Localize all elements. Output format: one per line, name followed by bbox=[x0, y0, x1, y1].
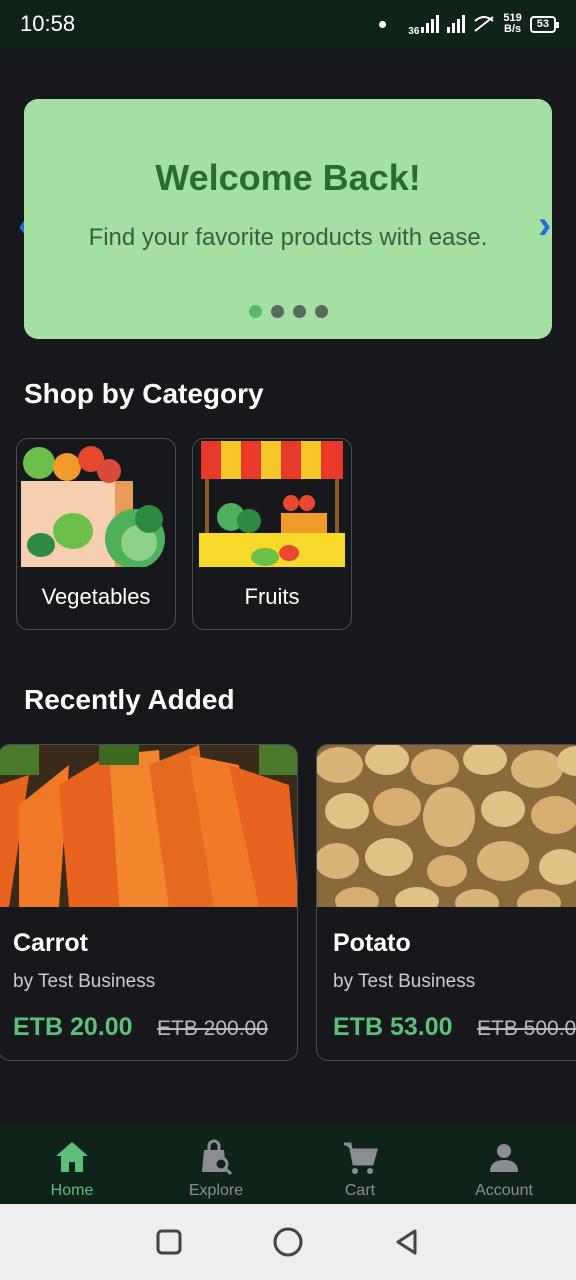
carrot-image bbox=[0, 745, 297, 907]
status-icons: 36 519 B/s 53 bbox=[379, 12, 560, 37]
carousel-dot[interactable] bbox=[292, 305, 306, 318]
product-card-potato[interactable]: Potato by Test Business ETB 53.00 ETB 50… bbox=[316, 744, 576, 1061]
carousel-dot[interactable] bbox=[270, 305, 284, 318]
nav-item-account[interactable]: Account bbox=[432, 1124, 576, 1204]
category-label: Fruits bbox=[244, 584, 300, 609]
nav-label: Account bbox=[475, 1182, 533, 1199]
banner-subtitle: Find your favorite products with ease. bbox=[88, 224, 488, 251]
notification-dot-icon bbox=[379, 20, 387, 28]
grocery-bag-vegetables-icon bbox=[19, 441, 173, 567]
home-icon bbox=[56, 1142, 88, 1172]
market-stall-fruits-icon bbox=[195, 441, 349, 567]
carousel-next-button[interactable]: › bbox=[538, 205, 551, 245]
signal-icon bbox=[421, 15, 440, 33]
potato-image bbox=[317, 745, 576, 907]
back-triangle-icon[interactable] bbox=[393, 1228, 421, 1256]
carousel-dot[interactable] bbox=[248, 305, 262, 318]
category-card-fruits[interactable]: Fruits bbox=[192, 438, 352, 630]
nav-label: Explore bbox=[188, 1182, 244, 1199]
category-label: Vegetables bbox=[41, 584, 151, 609]
product-name: Potato bbox=[333, 929, 411, 957]
battery-icon: 53 bbox=[529, 15, 560, 33]
nav-label: Cart bbox=[344, 1182, 376, 1199]
nav-label: Home bbox=[50, 1182, 94, 1199]
system-nav-bar bbox=[0, 1204, 576, 1280]
carousel-dots bbox=[24, 305, 552, 318]
bottom-nav: Home Explore Cart Account bbox=[0, 1124, 576, 1204]
product-old-price: ETB 500.00 bbox=[477, 1017, 576, 1040]
speed-unit: B/s bbox=[504, 23, 522, 35]
nav-item-cart[interactable]: Cart bbox=[288, 1124, 432, 1204]
banner-title: Welcome Back! bbox=[155, 157, 421, 198]
category-card-vegetables[interactable]: Vegetables bbox=[16, 438, 176, 630]
nav-item-home[interactable]: Home bbox=[0, 1124, 144, 1204]
status-time: 10:58 bbox=[20, 11, 76, 36]
network-type-label: 36 bbox=[408, 25, 420, 37]
product-business: by Test Business bbox=[13, 971, 156, 992]
category-section-title: Shop by Category bbox=[24, 378, 264, 409]
product-price: ETB 20.00 bbox=[13, 1013, 133, 1041]
explore-bag-search-icon bbox=[202, 1139, 233, 1176]
welcome-banner: Welcome Back! Find your favorite product… bbox=[24, 99, 552, 339]
recent-section-title: Recently Added bbox=[24, 684, 235, 715]
wifi-off-icon bbox=[474, 16, 495, 32]
home-circle-icon[interactable] bbox=[272, 1226, 304, 1258]
product-old-price: ETB 200.00 bbox=[157, 1017, 268, 1040]
cart-icon bbox=[344, 1142, 378, 1174]
net-speed: 519 B/s bbox=[503, 13, 521, 35]
product-price: ETB 53.00 bbox=[333, 1013, 453, 1041]
carousel-dot[interactable] bbox=[314, 305, 328, 318]
product-name: Carrot bbox=[13, 929, 89, 957]
nav-item-explore[interactable]: Explore bbox=[144, 1124, 288, 1204]
signal-2-icon bbox=[447, 15, 466, 33]
status-bar: 10:58 36 519 B/s 53 bbox=[0, 0, 576, 48]
person-icon bbox=[490, 1144, 518, 1172]
recents-square-icon[interactable] bbox=[155, 1228, 183, 1256]
product-business: by Test Business bbox=[333, 971, 476, 992]
product-card-carrot[interactable]: Carrot by Test Business ETB 20.00 ETB 20… bbox=[0, 744, 298, 1061]
